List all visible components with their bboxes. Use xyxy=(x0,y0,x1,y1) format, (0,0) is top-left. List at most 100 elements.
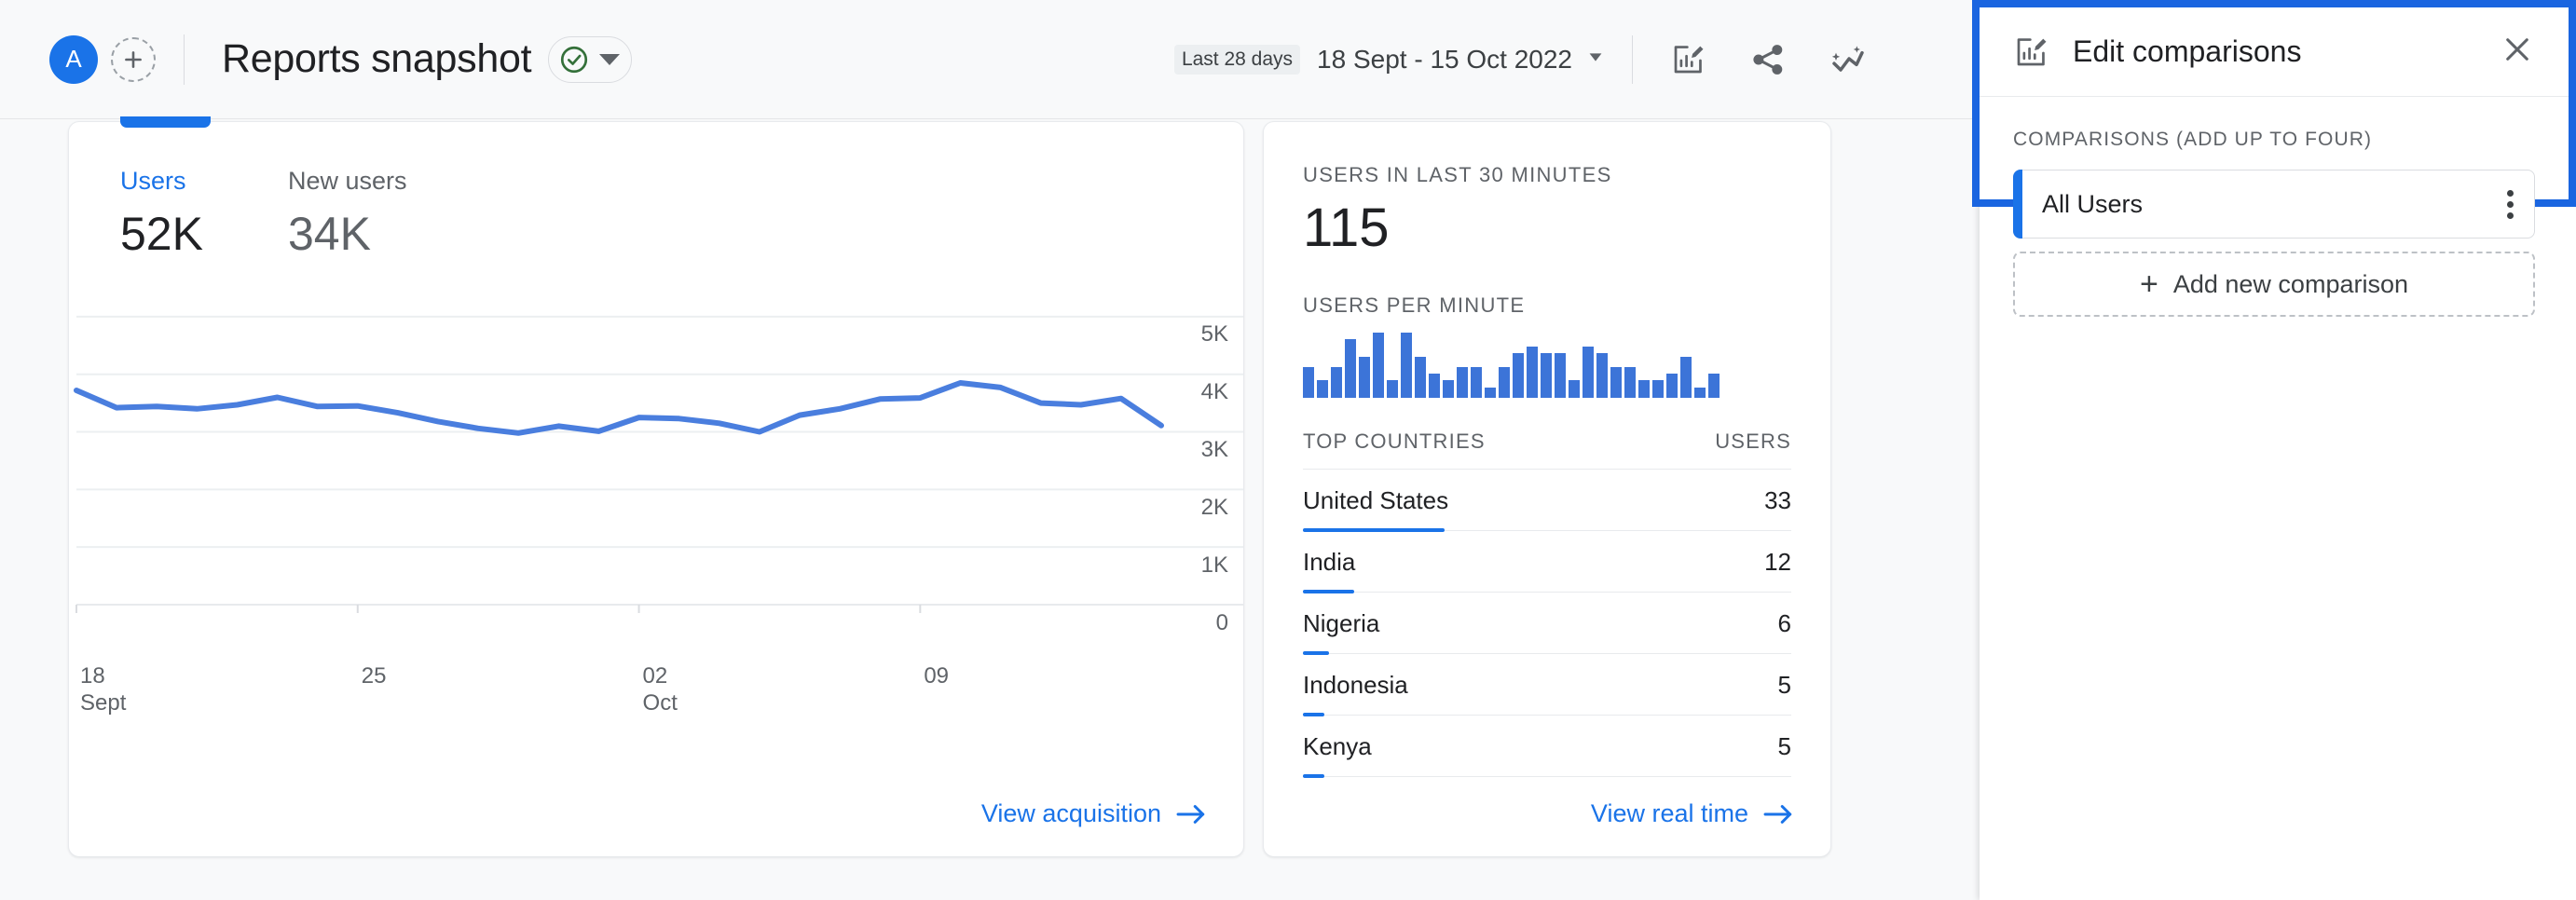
date-range-chip[interactable]: Last 28 days xyxy=(1173,44,1301,75)
metric-users[interactable]: Users 52K xyxy=(120,167,288,264)
comparison-accent-bar xyxy=(2013,170,2022,239)
check-circle-icon xyxy=(558,44,590,75)
country-name: India xyxy=(1303,547,1356,576)
country-users: 5 xyxy=(1777,731,1791,760)
link-label: View real time xyxy=(1590,799,1748,827)
share-icon[interactable] xyxy=(1739,31,1797,89)
metric-value: 52K xyxy=(120,208,203,261)
sparkline-bar xyxy=(1708,374,1720,398)
x-axis-tick: 25 xyxy=(361,662,387,689)
sparkline-bar xyxy=(1610,366,1622,398)
y-axis-tick: 3K xyxy=(1200,437,1228,463)
sparkline-bar xyxy=(1401,332,1412,398)
country-users: 33 xyxy=(1764,485,1791,514)
arrow-right-icon xyxy=(1176,802,1208,826)
x-axis-tick: 02 Oct xyxy=(642,662,678,716)
sparkline-bar xyxy=(1373,332,1384,398)
sparkline-bar xyxy=(1541,352,1552,398)
users-last-30-value: 115 xyxy=(1303,198,1390,258)
country-name: Kenya xyxy=(1303,731,1372,760)
arrow-right-icon xyxy=(1763,802,1795,826)
x-axis-labels: 18 Sept 25 02 Oct 09 xyxy=(69,662,1243,718)
top-app-bar: A Reports snapshot Last 28 days 18 Sept … xyxy=(0,0,1980,119)
table-row[interactable]: India 12 xyxy=(1303,531,1791,593)
users-line-chart[interactable]: 5K 4K 3K 2K 1K 0 18 Sept 25 02 Oct 09 xyxy=(69,288,1243,716)
panel-header: Edit comparisons xyxy=(1980,7,2569,97)
chevron-down-icon[interactable] xyxy=(599,53,621,65)
close-icon[interactable] xyxy=(2500,32,2535,72)
country-users: 12 xyxy=(1764,547,1791,576)
sparkline-bar xyxy=(1527,346,1538,398)
line-chart-svg xyxy=(74,315,1243,613)
y-axis-tick: 0 xyxy=(1215,609,1228,635)
metric-value: 34K xyxy=(288,208,371,261)
sparkline-bar xyxy=(1443,380,1454,398)
sparkline-bar xyxy=(1359,356,1370,398)
plus-icon: + xyxy=(2140,266,2158,302)
country-users: 5 xyxy=(1777,670,1791,699)
chart-edit-icon xyxy=(2013,34,2048,70)
column-header-users: USERS xyxy=(1715,429,1791,453)
sparkline-bar xyxy=(1429,374,1440,398)
sparkline-bar xyxy=(1499,366,1510,398)
top-countries-header: TOP COUNTRIES USERS xyxy=(1303,430,1791,470)
metric-new-users[interactable]: New users 34K xyxy=(288,167,456,264)
page-title: Reports snapshot xyxy=(222,36,532,81)
add-new-comparison-button[interactable]: + Add new comparison xyxy=(2013,252,2535,317)
comparison-label: All Users xyxy=(2042,189,2144,218)
sparkline-bar xyxy=(1666,374,1678,398)
sparkline-bar xyxy=(1485,387,1496,398)
comparisons-section-caption: COMPARISONS (ADD UP TO FOUR) xyxy=(2013,129,2373,150)
panel-title: Edit comparisons xyxy=(2073,34,2302,68)
users-overview-card: Users 52K New users 34K 5K 4K 3K 2K 1K 0 18 Se… xyxy=(68,116,1244,857)
actions-divider xyxy=(1632,34,1633,84)
metric-label: Users xyxy=(120,167,186,195)
sparkline-bar xyxy=(1569,380,1580,398)
sparkline-bar xyxy=(1583,346,1594,398)
more-vert-icon[interactable] xyxy=(2507,189,2514,219)
metric-label: New users xyxy=(288,167,407,195)
sparkline-bar xyxy=(1694,387,1706,398)
table-row[interactable]: United States 33 xyxy=(1303,470,1791,532)
sparkline-bar xyxy=(1345,339,1356,398)
sparkline-bar xyxy=(1317,380,1328,398)
y-axis-tick: 1K xyxy=(1200,552,1228,578)
table-row[interactable]: Nigeria 6 xyxy=(1303,593,1791,655)
sparkline-bar xyxy=(1303,366,1314,398)
y-axis-tick: 4K xyxy=(1200,379,1228,405)
sparkline-bar xyxy=(1331,366,1342,398)
users-last-30-caption: USERS IN LAST 30 MINUTES xyxy=(1303,163,1612,186)
sparkline-bar xyxy=(1596,352,1608,398)
x-axis-tick: 09 xyxy=(924,662,950,689)
date-range-text[interactable]: 18 Sept - 15 Oct 2022 xyxy=(1317,45,1572,75)
sparkline-bar xyxy=(1555,352,1566,398)
column-header-country: TOP COUNTRIES xyxy=(1303,429,1486,453)
x-axis-tick: 18 Sept xyxy=(80,662,127,716)
view-acquisition-link[interactable]: View acquisition xyxy=(981,799,1208,828)
sparkline-bar xyxy=(1680,356,1692,398)
top-bar-actions: Last 28 days 18 Sept - 15 Oct 2022 xyxy=(1173,31,1980,89)
chevron-down-icon[interactable] xyxy=(1585,47,1606,72)
chart-edit-icon[interactable] xyxy=(1659,31,1717,89)
active-tab-indicator xyxy=(120,116,211,128)
view-real-time-link[interactable]: View real time xyxy=(1591,799,1795,828)
y-axis-tick: 5K xyxy=(1200,321,1228,348)
comparison-item-all-users[interactable]: All Users xyxy=(2013,170,2535,239)
avatar[interactable]: A xyxy=(49,34,98,84)
panel-body: COMPARISONS (ADD UP TO FOUR) All Users +… xyxy=(1980,99,2569,317)
plus-circle-icon[interactable] xyxy=(111,36,156,82)
sparkline-bar xyxy=(1387,380,1398,398)
users-per-minute-sparkline xyxy=(1303,332,1791,398)
sparkline-bar xyxy=(1457,366,1468,398)
status-badge[interactable] xyxy=(548,35,633,83)
top-countries-list: United States 33 India 12 Nigeria 6 Indonesia 5… xyxy=(1303,470,1791,778)
country-name: Indonesia xyxy=(1303,670,1408,699)
table-row[interactable]: Indonesia 5 xyxy=(1303,654,1791,716)
app-root: A Reports snapshot Last 28 days 18 Sept … xyxy=(0,0,2576,900)
realtime-card: USERS IN LAST 30 MINUTES 115 USERS PER M… xyxy=(1263,121,1831,857)
table-row[interactable]: Kenya 5 xyxy=(1303,716,1791,778)
insights-icon[interactable] xyxy=(1819,31,1877,89)
metric-selector: Users 52K New users 34K xyxy=(69,122,1243,264)
country-name: United States xyxy=(1303,485,1449,514)
sparkline-bar xyxy=(1638,380,1650,398)
